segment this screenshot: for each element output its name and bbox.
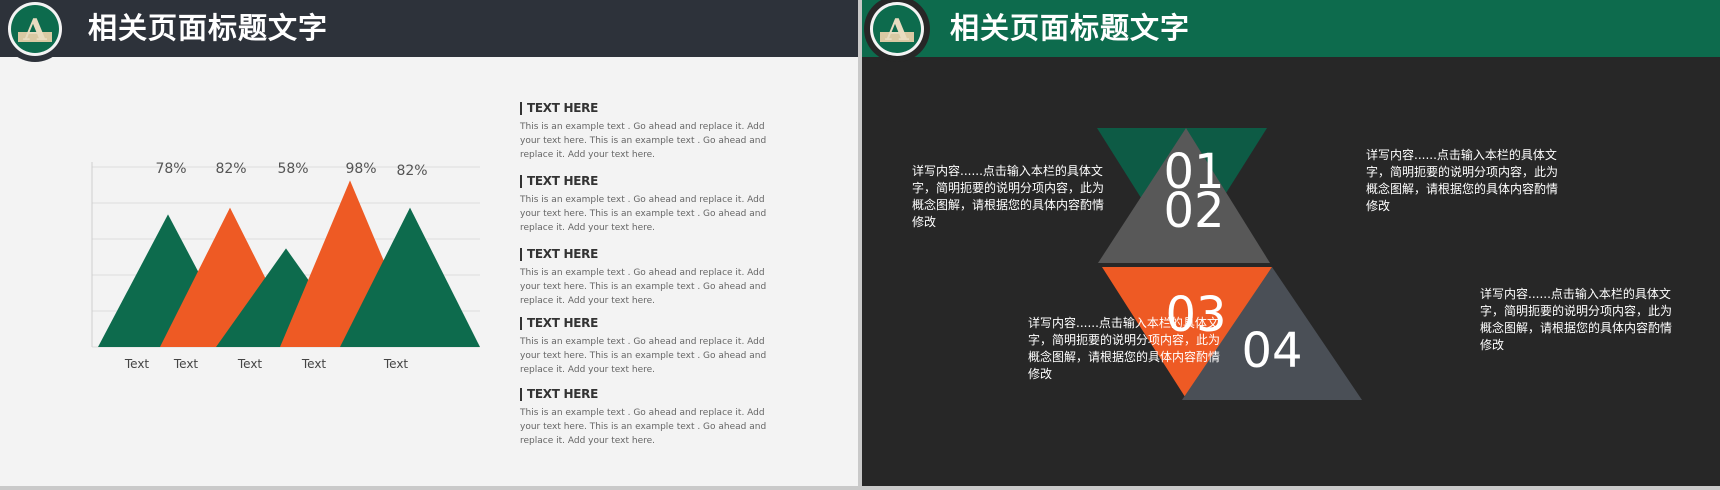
category-label: Text [301,357,327,371]
legend-item: TEXT HERE This is an example text . Go ah… [520,386,770,448]
logo-badge: A [2,0,68,62]
legend-title: TEXT HERE [527,174,598,188]
legend-title: TEXT HERE [527,316,598,330]
triangle-diagram: 01 02 03 04 [1097,128,1362,400]
legend-item: TEXT HERE This is an example text . Go ah… [520,100,770,162]
value-label: 82% [215,161,246,177]
value-label: 78% [155,161,186,177]
value-label: 58% [277,161,308,177]
page-title: 相关页面标题文字 [950,11,1191,45]
description-04: 详写内容......点击输入本栏的具体文字，简明扼要的说明分项内容，此为概念图解… [1480,287,1673,352]
legend-marker [520,174,522,188]
logo-badge: A [864,0,930,62]
category-label: Text [173,357,199,371]
logo-letter: A [22,13,47,48]
description-03: 详写内容......点击输入本栏的具体文字，简明扼要的说明分项内容，此为概念图解… [1028,316,1221,381]
legend-marker [520,101,522,115]
legend-head: TEXT HERE [520,173,770,189]
legend-body: This is an example text . Go ahead and r… [520,122,767,160]
value-label: 98% [345,161,376,177]
slide-right: A 相关页面标题文字 01 02 03 04 详写内容......点击输入本栏的… [862,0,1720,486]
triangle-02-number: 02 [1163,183,1224,239]
legend-title: TEXT HERE [527,101,598,115]
legend-head: TEXT HERE [520,246,770,262]
slide-left: A 相关页面标题文字 78% 82% 58% 98% 82% Text Text Text Te… [0,0,858,486]
description-01: 详写内容......点击输入本栏的具体文字，简明扼要的说明分项内容，此为概念图解… [912,164,1105,229]
bottom-strip [0,486,1720,490]
description-02: 详写内容......点击输入本栏的具体文字，简明扼要的说明分项内容，此为概念图解… [1366,148,1559,213]
category-label: Text [237,357,263,371]
legend-body: This is an example text . Go ahead and r… [520,337,767,375]
category-label: Text [383,357,409,371]
legend-marker [520,316,522,330]
category-label: Text [124,357,150,371]
logo-letter: A [884,13,909,48]
logo: A [862,0,932,64]
triangle-04-number: 04 [1241,323,1302,379]
legend-body: This is an example text . Go ahead and r… [520,195,767,233]
legend-title: TEXT HERE [527,387,598,401]
legend-title: TEXT HERE [527,247,598,261]
page-title: 相关页面标题文字 [88,11,329,45]
legend-head: TEXT HERE [520,315,770,331]
value-label: 82% [396,163,427,179]
legend-body: This is an example text . Go ahead and r… [520,408,767,446]
legend-marker [520,387,522,401]
logo: A [0,0,70,64]
legend-item: TEXT HERE This is an example text . Go ah… [520,173,770,235]
area-chart: 78% 82% 58% 98% 82% Text Text Text Text Text [91,161,480,371]
legend-head: TEXT HERE [520,386,770,402]
legend-item: TEXT HERE This is an example text . Go ah… [520,246,770,308]
legend-item: TEXT HERE This is an example text . Go ah… [520,315,770,377]
legend-marker [520,247,522,261]
legend-body: This is an example text . Go ahead and r… [520,268,767,306]
legend-head: TEXT HERE [520,100,770,116]
